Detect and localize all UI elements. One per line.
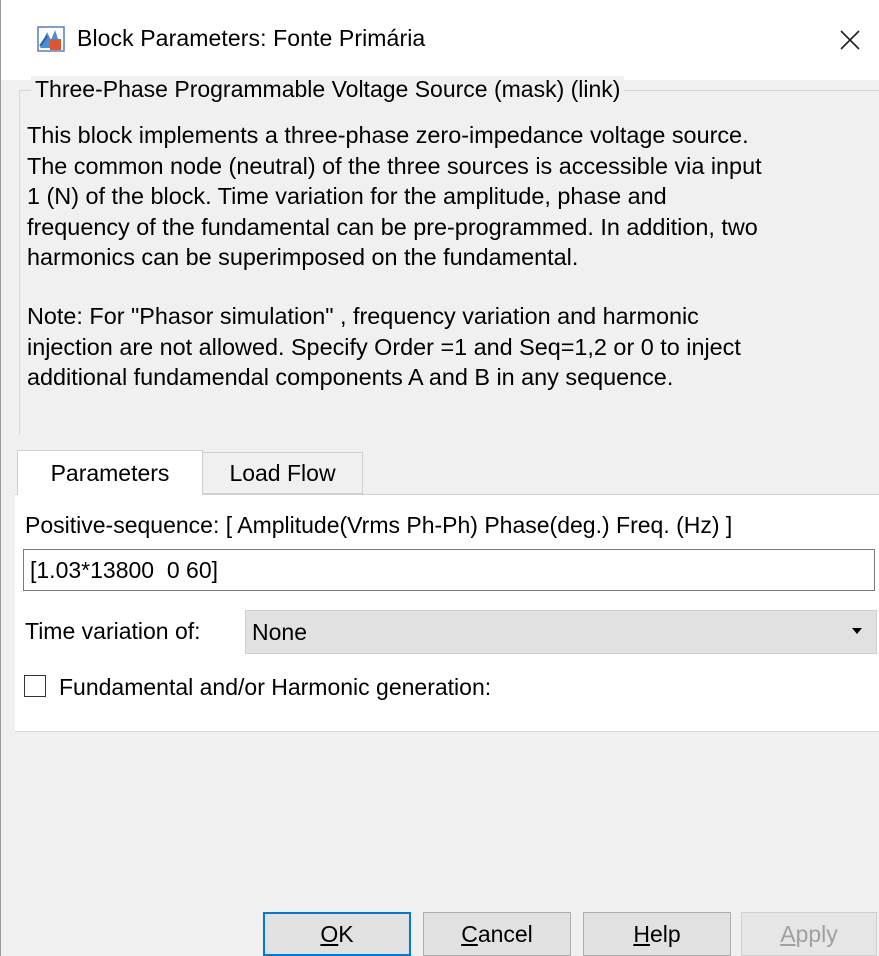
simulink-block-icon <box>37 26 65 52</box>
group-title: Three-Phase Programmable Voltage Source … <box>31 76 625 103</box>
positive-sequence-input[interactable] <box>23 549 875 591</box>
harmonic-generation-checkbox[interactable] <box>24 675 46 697</box>
tab-load-flow[interactable]: Load Flow <box>203 452 363 494</box>
close-button[interactable] <box>828 18 872 62</box>
title-bar: Block Parameters: Fonte Primária <box>1 0 879 80</box>
harmonic-generation-label[interactable]: Fundamental and/or Harmonic generation: <box>59 674 491 701</box>
help-button[interactable]: Help <box>583 912 731 956</box>
positive-sequence-label: Positive-sequence: [ Amplitude(Vrms Ph-P… <box>25 512 733 538</box>
dropdown-arrow-icon <box>852 628 862 634</box>
description-text: This block implements a three-phase zero… <box>27 122 762 271</box>
ok-button[interactable]: OK <box>263 912 411 956</box>
time-variation-select[interactable]: None <box>245 610 877 654</box>
apply-button[interactable]: Apply <box>741 912 877 956</box>
window-title: Block Parameters: Fonte Primária <box>77 25 426 51</box>
cancel-button[interactable]: Cancel <box>423 912 571 956</box>
time-variation-value: None <box>252 618 307 645</box>
close-icon <box>840 30 860 50</box>
block-parameters-dialog: Block Parameters: Fonte Primária Three-P… <box>0 0 879 956</box>
time-variation-label: Time variation of: <box>25 618 201 644</box>
note-text: Note: For "Phasor simulation" , frequenc… <box>27 302 741 391</box>
tab-parameters[interactable]: Parameters <box>17 450 203 496</box>
block-description: This block implements a three-phase zero… <box>27 120 877 393</box>
